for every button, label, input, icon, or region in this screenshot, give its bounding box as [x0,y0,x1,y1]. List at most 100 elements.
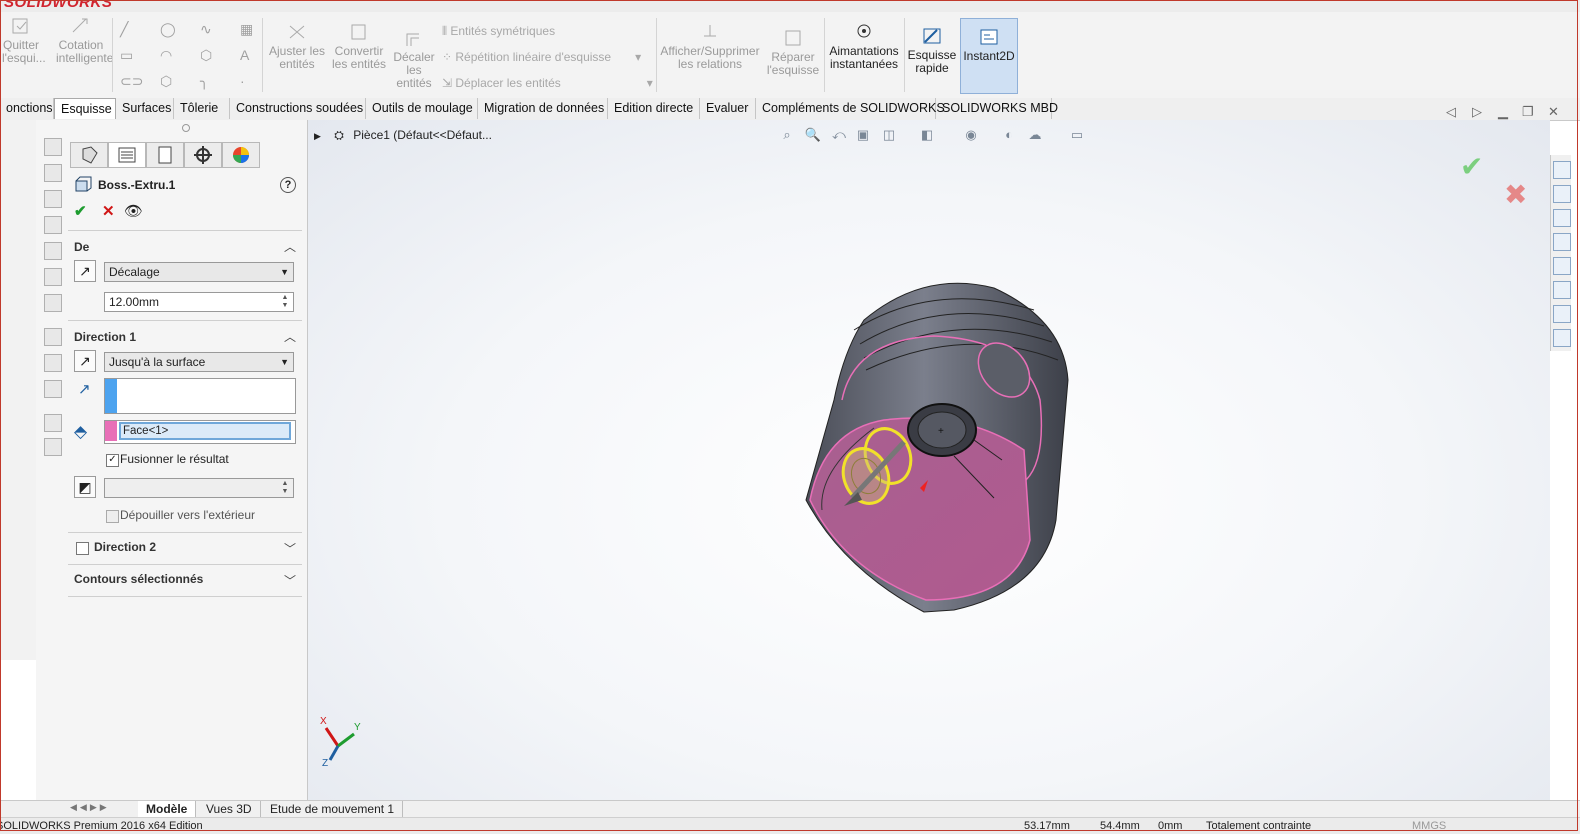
text-icon[interactable]: A [240,48,258,62]
de-type-select[interactable]: Décalage ▼ [104,262,294,282]
forum-icon[interactable] [1553,329,1571,347]
tab-vues-3d[interactable]: Vues 3D [198,801,261,817]
appearances-icon[interactable] [1553,257,1571,275]
start-condition-icon[interactable]: ↗ [74,260,96,282]
feature-icon[interactable] [44,328,62,346]
circle-icon[interactable]: ◯ [160,22,178,36]
aimantations-instantanees-button[interactable]: Aimantations instantanées [828,22,900,71]
tab-tolerie[interactable]: Tôlerie [174,98,230,119]
point-icon[interactable]: · [240,74,258,88]
design-library-icon[interactable] [1553,185,1571,203]
feature-icon[interactable] [44,138,62,156]
tab-migration-donnees[interactable]: Migration de données [478,98,608,119]
feature-icon[interactable] [44,190,62,208]
zoom-to-fit-icon[interactable]: ⌕ [778,126,796,144]
offset-distance-input[interactable]: 12.00mm ▲ ▼ [104,292,294,312]
hexagon-icon[interactable]: ⬡ [160,74,178,88]
tab-evaluer[interactable]: Evaluer [700,98,756,119]
chevron-down-icon[interactable]: ﹀ [284,572,296,589]
panel-grip-icon[interactable] [182,124,190,132]
section-header-contours[interactable]: Contours sélectionnés [74,572,203,586]
face-selection-box[interactable]: Face<1> [104,420,296,444]
feature-icon[interactable] [44,354,62,372]
feature-icon[interactable] [44,294,62,312]
tab-fonctions[interactable]: onctions [0,98,54,119]
reverse-direction-icon[interactable]: ↗ [74,350,96,372]
graphics-viewport[interactable]: ▶ ⛭ Pièce1 (Défaut<<Défaut... ⌕ 🔍 ⤺ ▣ ◫ … [308,120,1550,800]
tab-edition-directe[interactable]: Edition directe [608,98,700,119]
chevron-up-icon[interactable]: ︿ [284,328,296,345]
confirm-check-icon[interactable]: ✔ [1460,150,1483,183]
quitter-esquisse-button[interactable]: Quitter l'esqui... [2,16,46,65]
next-icon[interactable]: ▷ [1472,104,1482,120]
section-header-direction2[interactable]: Direction 2 [94,540,156,554]
tab-constructions-soudees[interactable]: Constructions soudées [230,98,366,119]
feature-icon[interactable] [44,164,62,182]
grid-icon[interactable]: ▦ [240,22,258,36]
slot-icon[interactable]: ⊂⊃ [120,74,143,88]
feature-icon[interactable] [44,242,62,260]
cotation-intelligente-button[interactable]: Cotation intelligente [56,16,113,65]
restore-icon[interactable]: ❐ [1522,104,1534,120]
merge-result-checkbox[interactable]: ✓ [106,454,119,467]
view-palette-icon[interactable] [1553,233,1571,251]
feature-icon[interactable] [44,216,62,234]
feature-icon[interactable] [44,380,62,398]
entites-symetriques-button[interactable]: ⫴ Entités symétriques [442,24,555,39]
breadcrumb[interactable]: ▶ ⛭ Pièce1 (Défaut<<Défaut... [314,128,492,143]
decaler-entites-button[interactable]: Décaler les entités [392,28,436,90]
file-explorer-icon[interactable] [1553,209,1571,227]
feature-icon[interactable] [44,268,62,286]
home-icon[interactable] [1553,161,1571,179]
section-view-icon[interactable]: ▣ [854,126,872,144]
ok-check-icon[interactable]: ✔ [74,202,87,220]
solidworks-resources-icon[interactable] [1553,305,1571,323]
esquisse-rapide-button[interactable]: Esquisse rapide [906,26,958,75]
polygon-icon[interactable]: ⬡ [200,48,218,62]
feature-icon[interactable] [44,414,62,432]
cancel-x-icon[interactable]: ✕ [102,202,115,220]
ajuster-entites-button[interactable]: Ajuster les entités [268,22,326,71]
help-icon[interactable]: ? [280,177,296,193]
minimize-icon[interactable]: ▁ [1498,104,1508,120]
tab-surfaces[interactable]: Surfaces [116,98,174,119]
draft-icon[interactable]: ◩ [74,476,96,498]
tab-esquisse[interactable]: Esquisse [54,98,116,119]
expand-arrow-icon[interactable]: ▶ [314,131,321,141]
tab-modele[interactable]: Modèle [138,801,197,817]
view-orientation-icon[interactable]: ◧ [918,126,936,144]
feature-icon[interactable] [44,438,62,456]
tab-display-manager[interactable] [222,142,260,168]
draft-angle-input[interactable]: ▲ ▼ [104,478,294,498]
custom-properties-icon[interactable] [1553,281,1571,299]
afficher-supprimer-relations-button[interactable]: Afficher/Supprimer les relations [660,22,760,71]
draft-outward-checkbox[interactable] [106,510,119,523]
deplacer-entites-button[interactable]: ⇲ Déplacer les entités ▾ [442,76,653,90]
arc-icon[interactable]: ◠ [160,48,178,62]
previous-view-icon[interactable]: ⤺ [830,126,848,144]
tab-dimxpert[interactable] [184,142,222,168]
view-settings-icon[interactable]: ▭ [1068,126,1086,144]
spline-icon[interactable]: ∿ [200,22,218,36]
tab-feature-manager[interactable] [70,142,108,168]
confirm-cancel-icon[interactable]: ✖ [1504,178,1527,211]
zoom-area-icon[interactable]: 🔍 [804,126,822,144]
end-condition-select[interactable]: Jusqu'à la surface ▼ [104,352,294,372]
preview-eye-icon[interactable]: 👁 [124,202,143,220]
tab-property-manager[interactable] [108,142,146,168]
repetition-lineaire-button[interactable]: ⁘ Répétition linéaire d'esquisse ▾ [442,50,641,64]
tab-mbd[interactable]: SOLIDWORKS MBD [936,98,1058,119]
tab-outils-moulage[interactable]: Outils de moulage [366,98,478,119]
fillet-icon[interactable]: ╮ [200,74,218,88]
rectangle-icon[interactable]: ▭ [120,48,138,62]
spinner-icon[interactable]: ▲ ▼ [278,294,292,310]
unit-system[interactable]: MMGS [1412,820,1446,832]
tab-configuration-manager[interactable] [146,142,184,168]
tab-etude-mouvement[interactable]: Etude de mouvement 1 [262,801,404,817]
display-style-icon[interactable]: ◉ [962,126,980,144]
chevron-down-icon[interactable]: ﹀ [284,540,296,557]
instant2d-button[interactable]: Instant2D [960,18,1018,94]
tab-complements[interactable]: Compléments de SOLIDWORKS [756,98,945,119]
piston-model[interactable]: + [794,270,1084,620]
section-header-de[interactable]: De [74,240,89,254]
